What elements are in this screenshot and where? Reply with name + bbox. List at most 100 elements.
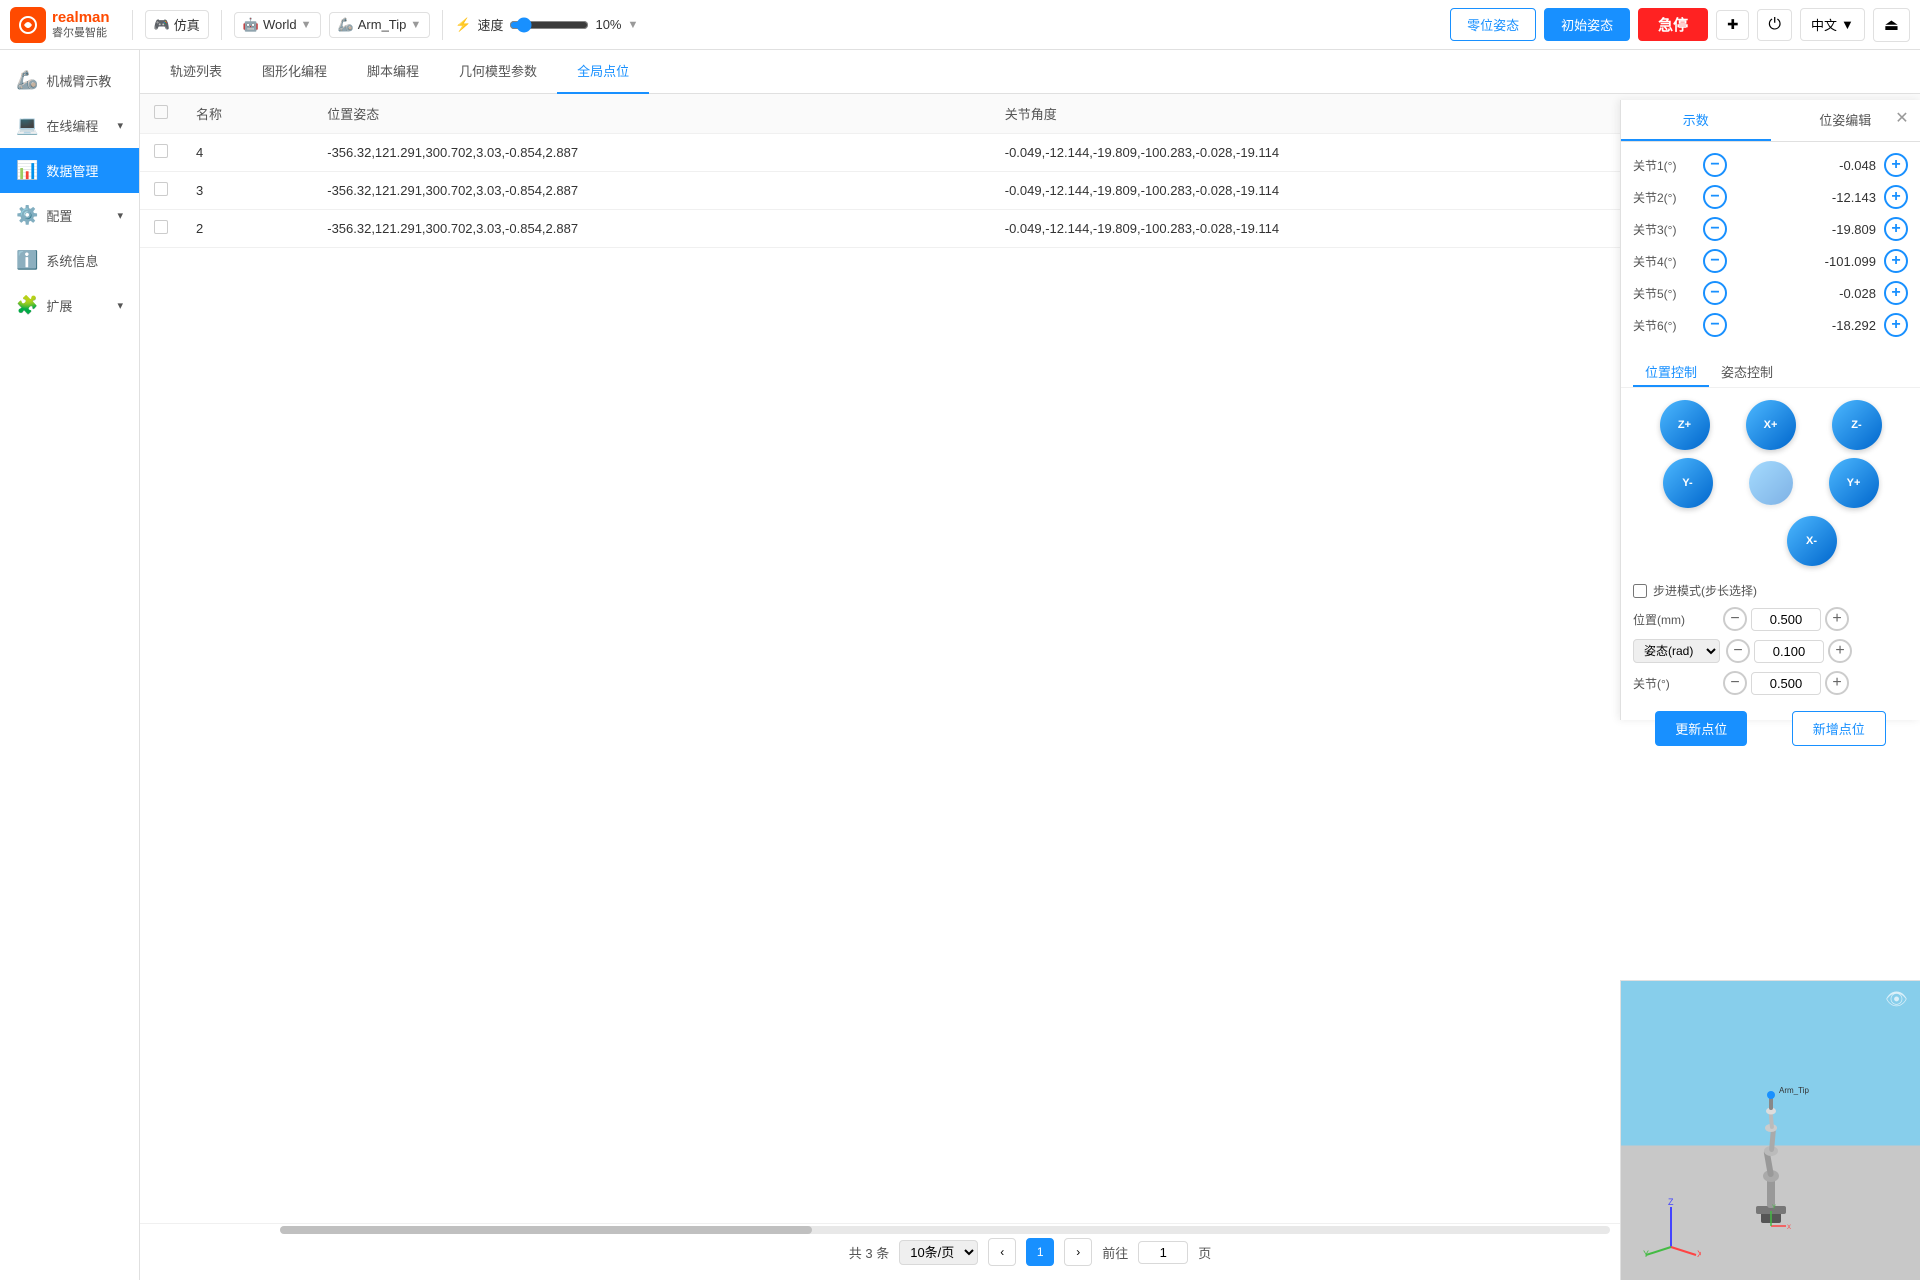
panel-tab-show[interactable]: 示数	[1621, 100, 1771, 141]
init-pose-button[interactable]: 初始姿态	[1544, 8, 1630, 41]
arm-demo-label: 机械臂示教	[46, 71, 111, 90]
goto-label: 前往	[1102, 1243, 1128, 1262]
joint-step-input[interactable]	[1751, 672, 1821, 695]
attitude-select[interactable]: 姿态(rad) 姿态(deg)	[1633, 639, 1720, 663]
sidebar-item-arm-demo[interactable]: 🦾 机械臂示教	[0, 58, 139, 103]
pos-minus-btn[interactable]: −	[1723, 607, 1747, 631]
joint-step-row: 关节(°) − +	[1621, 667, 1920, 699]
tab-global-points[interactable]: 全局点位	[557, 50, 649, 94]
ctrl-tab-pos[interactable]: 位置控制	[1633, 358, 1709, 387]
joint-minus-5[interactable]: −	[1703, 313, 1727, 337]
th-name: 名称	[182, 94, 313, 134]
per-page-select[interactable]: 10条/页 20条/页 50条/页	[899, 1240, 978, 1265]
zero-pose-button[interactable]: 零位姿态	[1450, 8, 1536, 41]
ctrl-tabs: 位置控制 姿态控制	[1621, 350, 1920, 388]
speed-dropdown-icon: ▼	[628, 19, 639, 31]
ctrl-tab-pose[interactable]: 姿态控制	[1709, 358, 1785, 387]
joy-x-minus[interactable]: X-	[1787, 516, 1837, 566]
th-pose: 位置姿态	[313, 94, 991, 134]
horizontal-scrollbar-thumb[interactable]	[280, 1226, 812, 1234]
joint-plus-4[interactable]: +	[1884, 281, 1908, 305]
config-icon: ⚙️	[16, 205, 38, 226]
tab-graphic-prog[interactable]: 图形化编程	[242, 50, 347, 94]
page-input[interactable]	[1138, 1241, 1188, 1264]
joint-minus-2[interactable]: −	[1703, 217, 1727, 241]
joint-minus-0[interactable]: −	[1703, 153, 1727, 177]
prev-page-btn[interactable]: ‹	[988, 1238, 1016, 1266]
estop-button[interactable]: 急停	[1638, 8, 1708, 41]
joy-y-plus[interactable]: Y+	[1829, 458, 1879, 508]
arm-dropdown-icon: ▼	[410, 19, 421, 31]
sim-icon: 🎮	[154, 17, 170, 33]
joint-plus-2[interactable]: +	[1884, 217, 1908, 241]
lang-selector[interactable]: 中文 ▼	[1800, 8, 1865, 41]
joint-value-0: -0.048	[1727, 158, 1884, 173]
row-name-0: 4	[182, 134, 313, 172]
speed-label: 速度	[477, 15, 503, 34]
pos-input[interactable]	[1751, 608, 1821, 631]
world-selector[interactable]: 🤖 World ▼	[234, 12, 321, 38]
joint-minus-3[interactable]: −	[1703, 249, 1727, 273]
joint-minus-4[interactable]: −	[1703, 281, 1727, 305]
sep3	[442, 10, 443, 40]
joint-step-plus-btn[interactable]: +	[1825, 671, 1849, 695]
step-mode-checkbox[interactable]	[1633, 584, 1647, 598]
joint-plus-1[interactable]: +	[1884, 185, 1908, 209]
row-pose-2: -356.32,121.291,300.702,3.03,-0.854,2.88…	[313, 210, 991, 248]
sys-info-icon: ℹ️	[16, 250, 38, 271]
update-point-btn[interactable]: 更新点位	[1655, 711, 1747, 746]
sidebar-item-expand[interactable]: 🧩 扩展 ▾	[0, 283, 139, 328]
sidebar-item-sys-info[interactable]: ℹ️ 系统信息	[0, 238, 139, 283]
panel-close-btn[interactable]: ✕	[1892, 108, 1912, 128]
joint-minus-1[interactable]: −	[1703, 185, 1727, 209]
att-input[interactable]	[1754, 640, 1824, 663]
joint-plus-3[interactable]: +	[1884, 249, 1908, 273]
lang-dropdown-icon: ▼	[1841, 17, 1854, 32]
row-checkbox-0[interactable]	[154, 144, 168, 158]
viewport: 👁 Arm_Tip	[1620, 980, 1920, 1280]
page-unit-label: 页	[1198, 1243, 1211, 1262]
joy-z-minus[interactable]: Z-	[1832, 400, 1882, 450]
new-point-btn[interactable]: 新增点位	[1792, 711, 1886, 746]
joint-plus-0[interactable]: +	[1884, 153, 1908, 177]
joy-x-plus[interactable]: X+	[1746, 400, 1796, 450]
joint-step-minus-btn[interactable]: −	[1723, 671, 1747, 695]
joint-row-3: 关节4(°) − -101.099 +	[1633, 246, 1908, 276]
tab-geo-params[interactable]: 几何模型参数	[439, 50, 557, 94]
sidebar-item-online-prog[interactable]: 💻 在线编程 ▾	[0, 103, 139, 148]
header-checkbox[interactable]	[154, 105, 168, 119]
arm-icon: 🦾	[338, 17, 354, 33]
main-layout: 🦾 机械臂示教 💻 在线编程 ▾ 📊 数据管理 ⚙️ 配置 ▾ ℹ️ 系统信息 …	[0, 50, 1920, 1280]
att-plus-btn[interactable]: +	[1828, 639, 1852, 663]
joy-y-minus[interactable]: Y-	[1663, 458, 1713, 508]
joint-label-5: 关节6(°)	[1633, 317, 1703, 334]
row-joints-2: -0.049,-12.144,-19.809,-100.283,-0.028,-…	[991, 210, 1726, 248]
joy-z-plus[interactable]: Z+	[1660, 400, 1710, 450]
tab-script-prog[interactable]: 脚本编程	[347, 50, 439, 94]
add-button[interactable]: ✚	[1716, 10, 1749, 40]
logout-button[interactable]: ⏏	[1873, 8, 1910, 42]
online-prog-arrow: ▾	[117, 119, 123, 132]
viewport-eye-icon[interactable]: 👁	[1885, 989, 1908, 1010]
arm-label: Arm_Tip	[358, 17, 407, 32]
sidebar-item-data-mgmt[interactable]: 📊 数据管理	[0, 148, 139, 193]
arm-selector[interactable]: 🦾 Arm_Tip ▼	[329, 12, 431, 38]
tab-trajectory[interactable]: 轨迹列表	[150, 50, 242, 94]
pos-plus-btn[interactable]: +	[1825, 607, 1849, 631]
speed-section: ⚡ 速度 10% ▼	[455, 15, 638, 34]
sim-mode-btn[interactable]: 🎮 仿真	[145, 10, 209, 39]
power-button[interactable]: ⏻	[1757, 9, 1792, 41]
row-checkbox-2[interactable]	[154, 220, 168, 234]
next-page-btn[interactable]: ›	[1064, 1238, 1092, 1266]
data-mgmt-icon: 📊	[16, 160, 38, 181]
page-1-btn[interactable]: 1	[1026, 1238, 1054, 1266]
logo-icon	[10, 7, 46, 43]
speed-slider[interactable]	[509, 17, 589, 33]
th-checkbox	[140, 94, 182, 134]
joy-center[interactable]	[1749, 461, 1793, 505]
joint-plus-5[interactable]: +	[1884, 313, 1908, 337]
sidebar-item-config[interactable]: ⚙️ 配置 ▾	[0, 193, 139, 238]
att-minus-btn[interactable]: −	[1726, 639, 1750, 663]
sim-label: 仿真	[174, 15, 200, 34]
row-checkbox-1[interactable]	[154, 182, 168, 196]
